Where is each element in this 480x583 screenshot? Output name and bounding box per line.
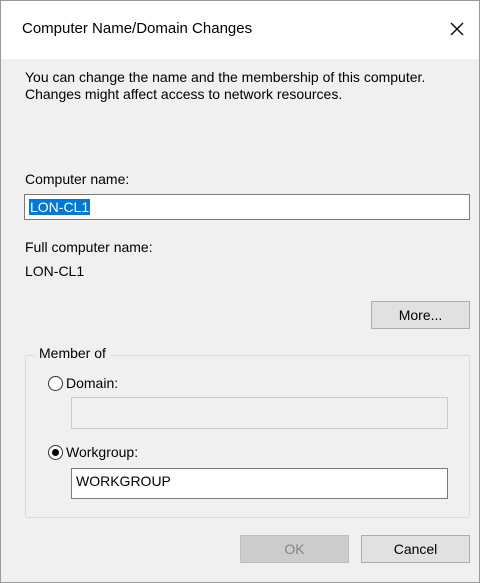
member-of-legend: Member of bbox=[35, 345, 110, 361]
domain-radio-row[interactable]: Domain: bbox=[48, 375, 118, 391]
close-button[interactable] bbox=[441, 13, 473, 45]
workgroup-radio-label: Workgroup: bbox=[66, 444, 139, 460]
workgroup-value: WORKGROUP bbox=[76, 473, 171, 489]
more-button[interactable]: More... bbox=[371, 301, 470, 329]
computer-name-label: Computer name: bbox=[25, 171, 130, 187]
close-icon bbox=[450, 22, 464, 36]
full-computer-name-value: LON-CL1 bbox=[25, 263, 85, 279]
domain-radio[interactable] bbox=[48, 375, 63, 391]
ok-button[interactable]: OK bbox=[240, 535, 349, 563]
computer-name-input[interactable]: LON-CL1 bbox=[24, 194, 470, 220]
domain-input[interactable] bbox=[71, 397, 448, 429]
workgroup-radio[interactable] bbox=[48, 444, 63, 460]
title-bar: Computer Name/Domain Changes bbox=[1, 1, 479, 59]
full-computer-name-label: Full computer name: bbox=[25, 239, 153, 255]
radio-selected-dot bbox=[52, 448, 59, 456]
intro-text: You can change the name and the membersh… bbox=[25, 69, 426, 102]
workgroup-input[interactable]: WORKGROUP bbox=[71, 468, 448, 499]
workgroup-radio-row[interactable]: Workgroup: bbox=[48, 444, 138, 460]
domain-radio-label: Domain: bbox=[66, 375, 119, 391]
computer-name-dialog: Computer Name/Domain Changes You can cha… bbox=[0, 0, 480, 583]
computer-name-value: LON-CL1 bbox=[29, 199, 91, 215]
cancel-button[interactable]: Cancel bbox=[361, 535, 470, 563]
dialog-title: Computer Name/Domain Changes bbox=[22, 20, 253, 37]
